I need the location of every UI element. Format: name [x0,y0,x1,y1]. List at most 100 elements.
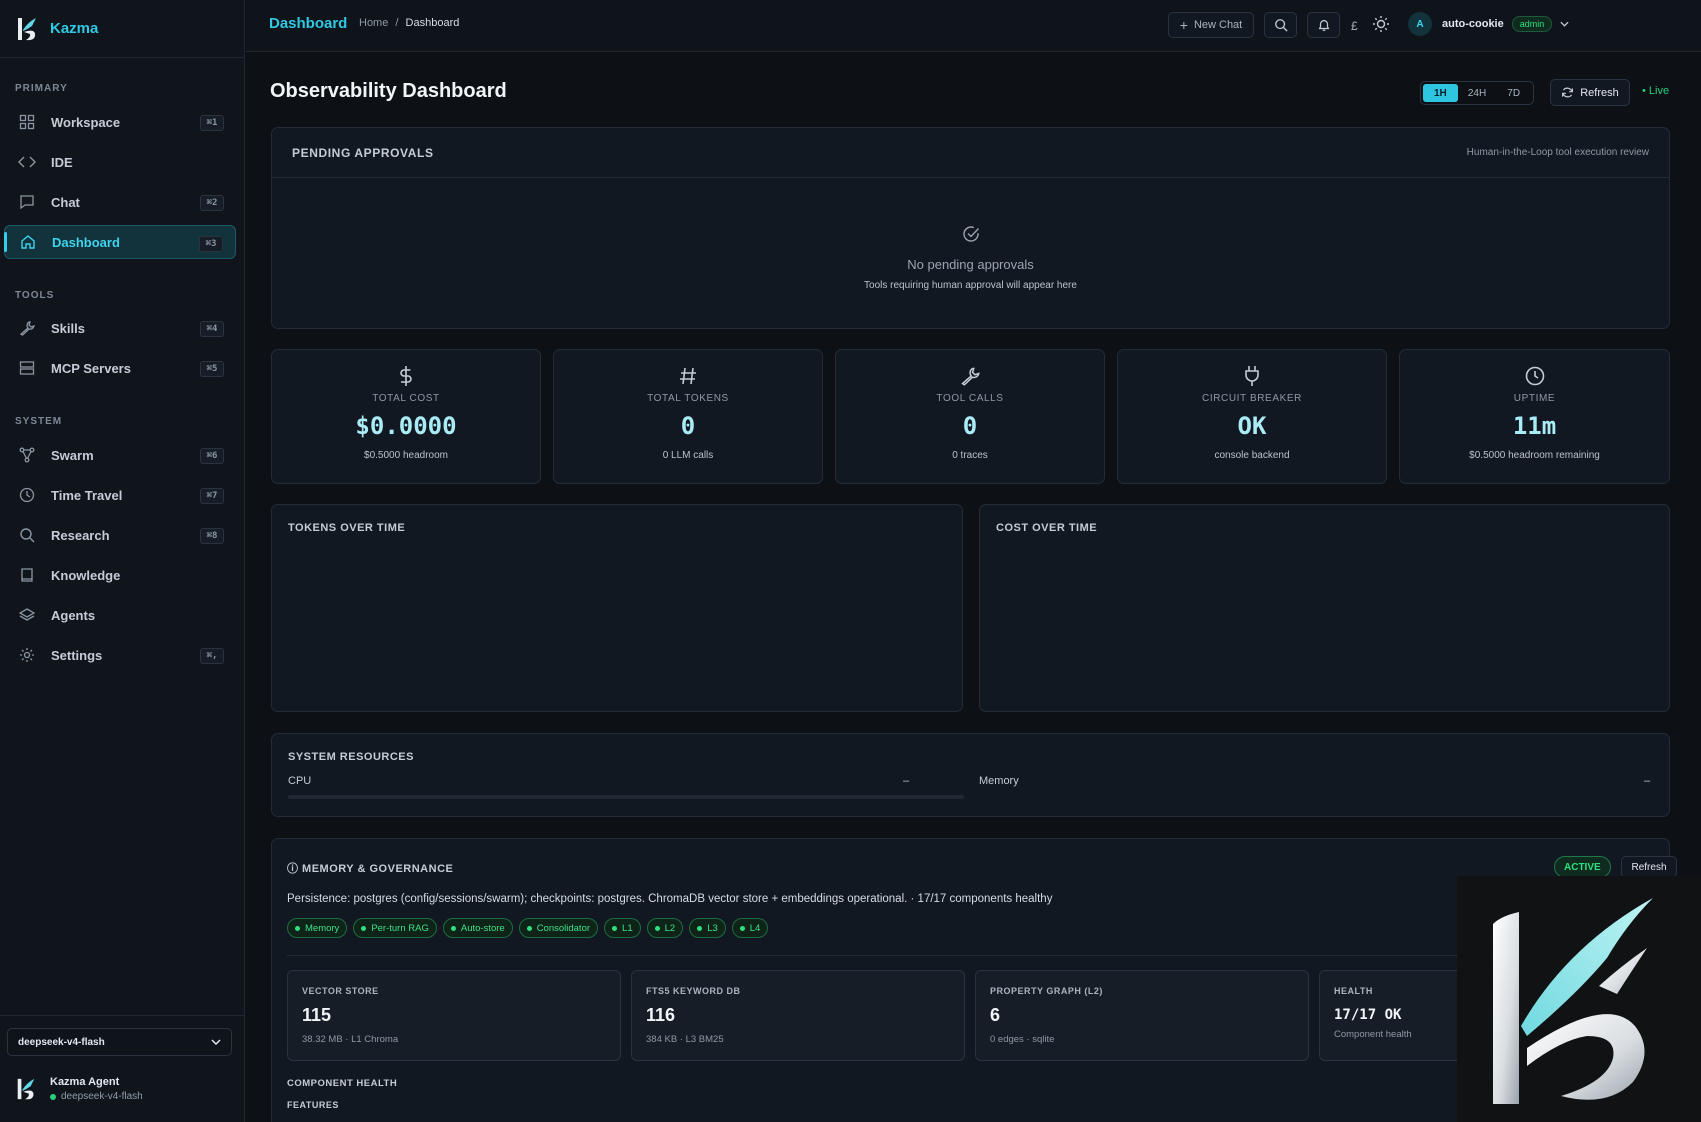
network-icon [17,445,37,465]
sidebar-item-settings[interactable]: Settings ⌘, [4,638,236,672]
agent-model: deepseek-v4-flash [50,1091,143,1102]
live-indicator: • Live [1642,85,1670,97]
stat-card-total-cost: TOTAL COST $0.0000 $0.5000 headroom [271,349,541,484]
chip-l1: L1 [604,918,641,938]
shortcut-badge: ⌘4 [200,321,224,337]
sidebar-item-mcp-servers[interactable]: MCP Servers ⌘5 [4,351,236,385]
gear-icon [17,645,37,665]
store-label: VECTOR STORE [302,986,379,996]
brand-name: Kazma [50,20,99,37]
cpu-bar [288,795,964,799]
role-badge: admin [1511,16,1553,32]
stat-subtext: 0 LLM calls [662,450,714,461]
store-label: PROPERTY GRAPH (L2) [990,986,1103,996]
grid-icon [17,112,37,132]
sidebar-item-knowledge[interactable]: Knowledge [4,558,236,592]
memory-refresh-button[interactable]: Refresh [1621,856,1677,878]
shortcut-badge: ⌘3 [199,236,223,252]
search-button[interactable] [1264,12,1297,38]
chevron-down-icon [211,1039,221,1045]
home-icon [18,232,38,252]
theme-toggle[interactable] [1372,15,1390,38]
store-subtext: 384 KB · L3 BM25 [646,1034,724,1045]
pending-approvals-subtitle: Human-in-the-Loop tool execution review [1466,147,1649,158]
chip-per-turn-rag: Per-turn RAG [353,918,437,938]
sidebar-item-label: Agents [51,607,96,623]
system-resources-title: SYSTEM RESOURCES [288,751,414,763]
section-tools: TOOLS [15,290,55,301]
shortcut-badge: ⌘1 [200,115,224,131]
store-subtext: 0 edges · sqlite [990,1034,1055,1045]
sidebar-item-workspace[interactable]: Workspace ⌘1 [4,105,236,139]
clock-icon [17,485,37,505]
sidebar-item-dashboard[interactable]: Dashboard ⌘3 [4,225,236,259]
stat-subtext: $0.5000 headroom remaining [1469,450,1600,461]
stat-card-total-tokens: TOTAL TOKENS 0 0 LLM calls [553,349,823,484]
user-menu[interactable]: A auto-cookie admin [1408,12,1569,36]
refresh-button[interactable]: Refresh [1550,79,1630,106]
stat-label: CIRCUIT BREAKER [1202,393,1302,404]
feature-chips: Memory Per-turn RAG Auto-store Consolida… [287,918,769,938]
shortcut-badge: ⌘, [200,648,224,664]
kazma-logo-icon [18,17,36,40]
pending-approvals-card: PENDING APPROVALS Human-in-the-Loop tool… [271,127,1670,329]
sidebar-item-label: IDE [51,154,73,170]
chip-l3: L3 [689,918,726,938]
stat-card-uptime: UPTIME 11m $0.5000 headroom remaining [1399,349,1670,484]
agent-model-label: deepseek-v4-flash [61,1091,143,1102]
pending-approvals-header: PENDING APPROVALS Human-in-the-Loop tool… [272,128,1669,178]
sidebar-item-time-travel[interactable]: Time Travel ⌘7 [4,478,236,512]
clock-icon [1400,365,1669,389]
sidebar-item-label: Workspace [51,114,121,130]
model-select[interactable]: deepseek-v4-flash [7,1028,232,1056]
stat-value: 11m [1512,412,1557,440]
stat-label: TOOL CALLS [936,393,1004,404]
stat-value: 0 [962,412,978,440]
sidebar-item-label: Dashboard [52,234,120,250]
shortcut-badge: ⌘8 [200,528,224,544]
stat-subtext: 0 traces [952,450,988,461]
chip-auto-store: Auto-store [442,918,513,938]
breadcrumb-home[interactable]: Home [359,17,388,29]
dollar-icon [272,365,540,389]
sidebar-item-chat[interactable]: Chat ⌘2 [4,185,236,219]
search-icon [1274,19,1288,32]
tokens-chart-card: TOKENS OVER TIME [271,504,963,712]
plus-icon: + [1179,17,1188,33]
range-1h-button[interactable]: 1H [1423,84,1458,102]
sidebar-item-label: Time Travel [51,487,123,503]
brand[interactable]: Kazma [0,0,244,58]
empty-state: No pending approvals Tools requiring hum… [272,224,1669,291]
hash-icon [554,365,822,389]
stat-card-tool-calls: TOOL CALLS 0 0 traces [835,349,1105,484]
sidebar-item-ide[interactable]: IDE [4,145,236,179]
property-graph-card: PROPERTY GRAPH (L2) 6 0 edges · sqlite [975,970,1309,1061]
chip-l4: L4 [731,918,769,938]
sidebar-item-label: Swarm [51,447,94,463]
sidebar-item-research[interactable]: Research ⌘8 [4,518,236,552]
range-24h-button[interactable]: 24H [1460,84,1495,102]
sidebar-item-swarm[interactable]: Swarm ⌘6 [4,438,236,472]
sidebar-item-skills[interactable]: Skills ⌘4 [4,311,236,345]
avatar: A [1408,12,1432,36]
kazma-logo-overlay [1457,876,1701,1122]
wrench-icon [836,365,1104,389]
shortcut-badge: ⌘5 [200,361,224,377]
new-chat-label: New Chat [1193,19,1243,31]
breadcrumb: Home / Dashboard [359,17,459,29]
divider [287,955,1654,956]
sidebar-item-label: Chat [51,194,80,210]
cost-chart-card: COST OVER TIME [979,504,1670,712]
language-toggle[interactable]: £ [1351,19,1358,33]
stat-label: TOTAL COST [372,393,440,404]
chip-consolidator: Consolidator [518,918,599,938]
agent-logo-icon [17,1078,35,1100]
new-chat-button[interactable]: + New Chat [1168,12,1254,38]
chevron-down-icon [1560,21,1569,27]
cpu-label: CPU [288,775,312,787]
breadcrumb-current: Dashboard [405,17,460,29]
sidebar-item-agents[interactable]: Agents [4,598,236,632]
range-7d-button[interactable]: 7D [1496,84,1531,102]
refresh-icon [1562,87,1574,98]
notifications-button[interactable] [1307,12,1340,38]
